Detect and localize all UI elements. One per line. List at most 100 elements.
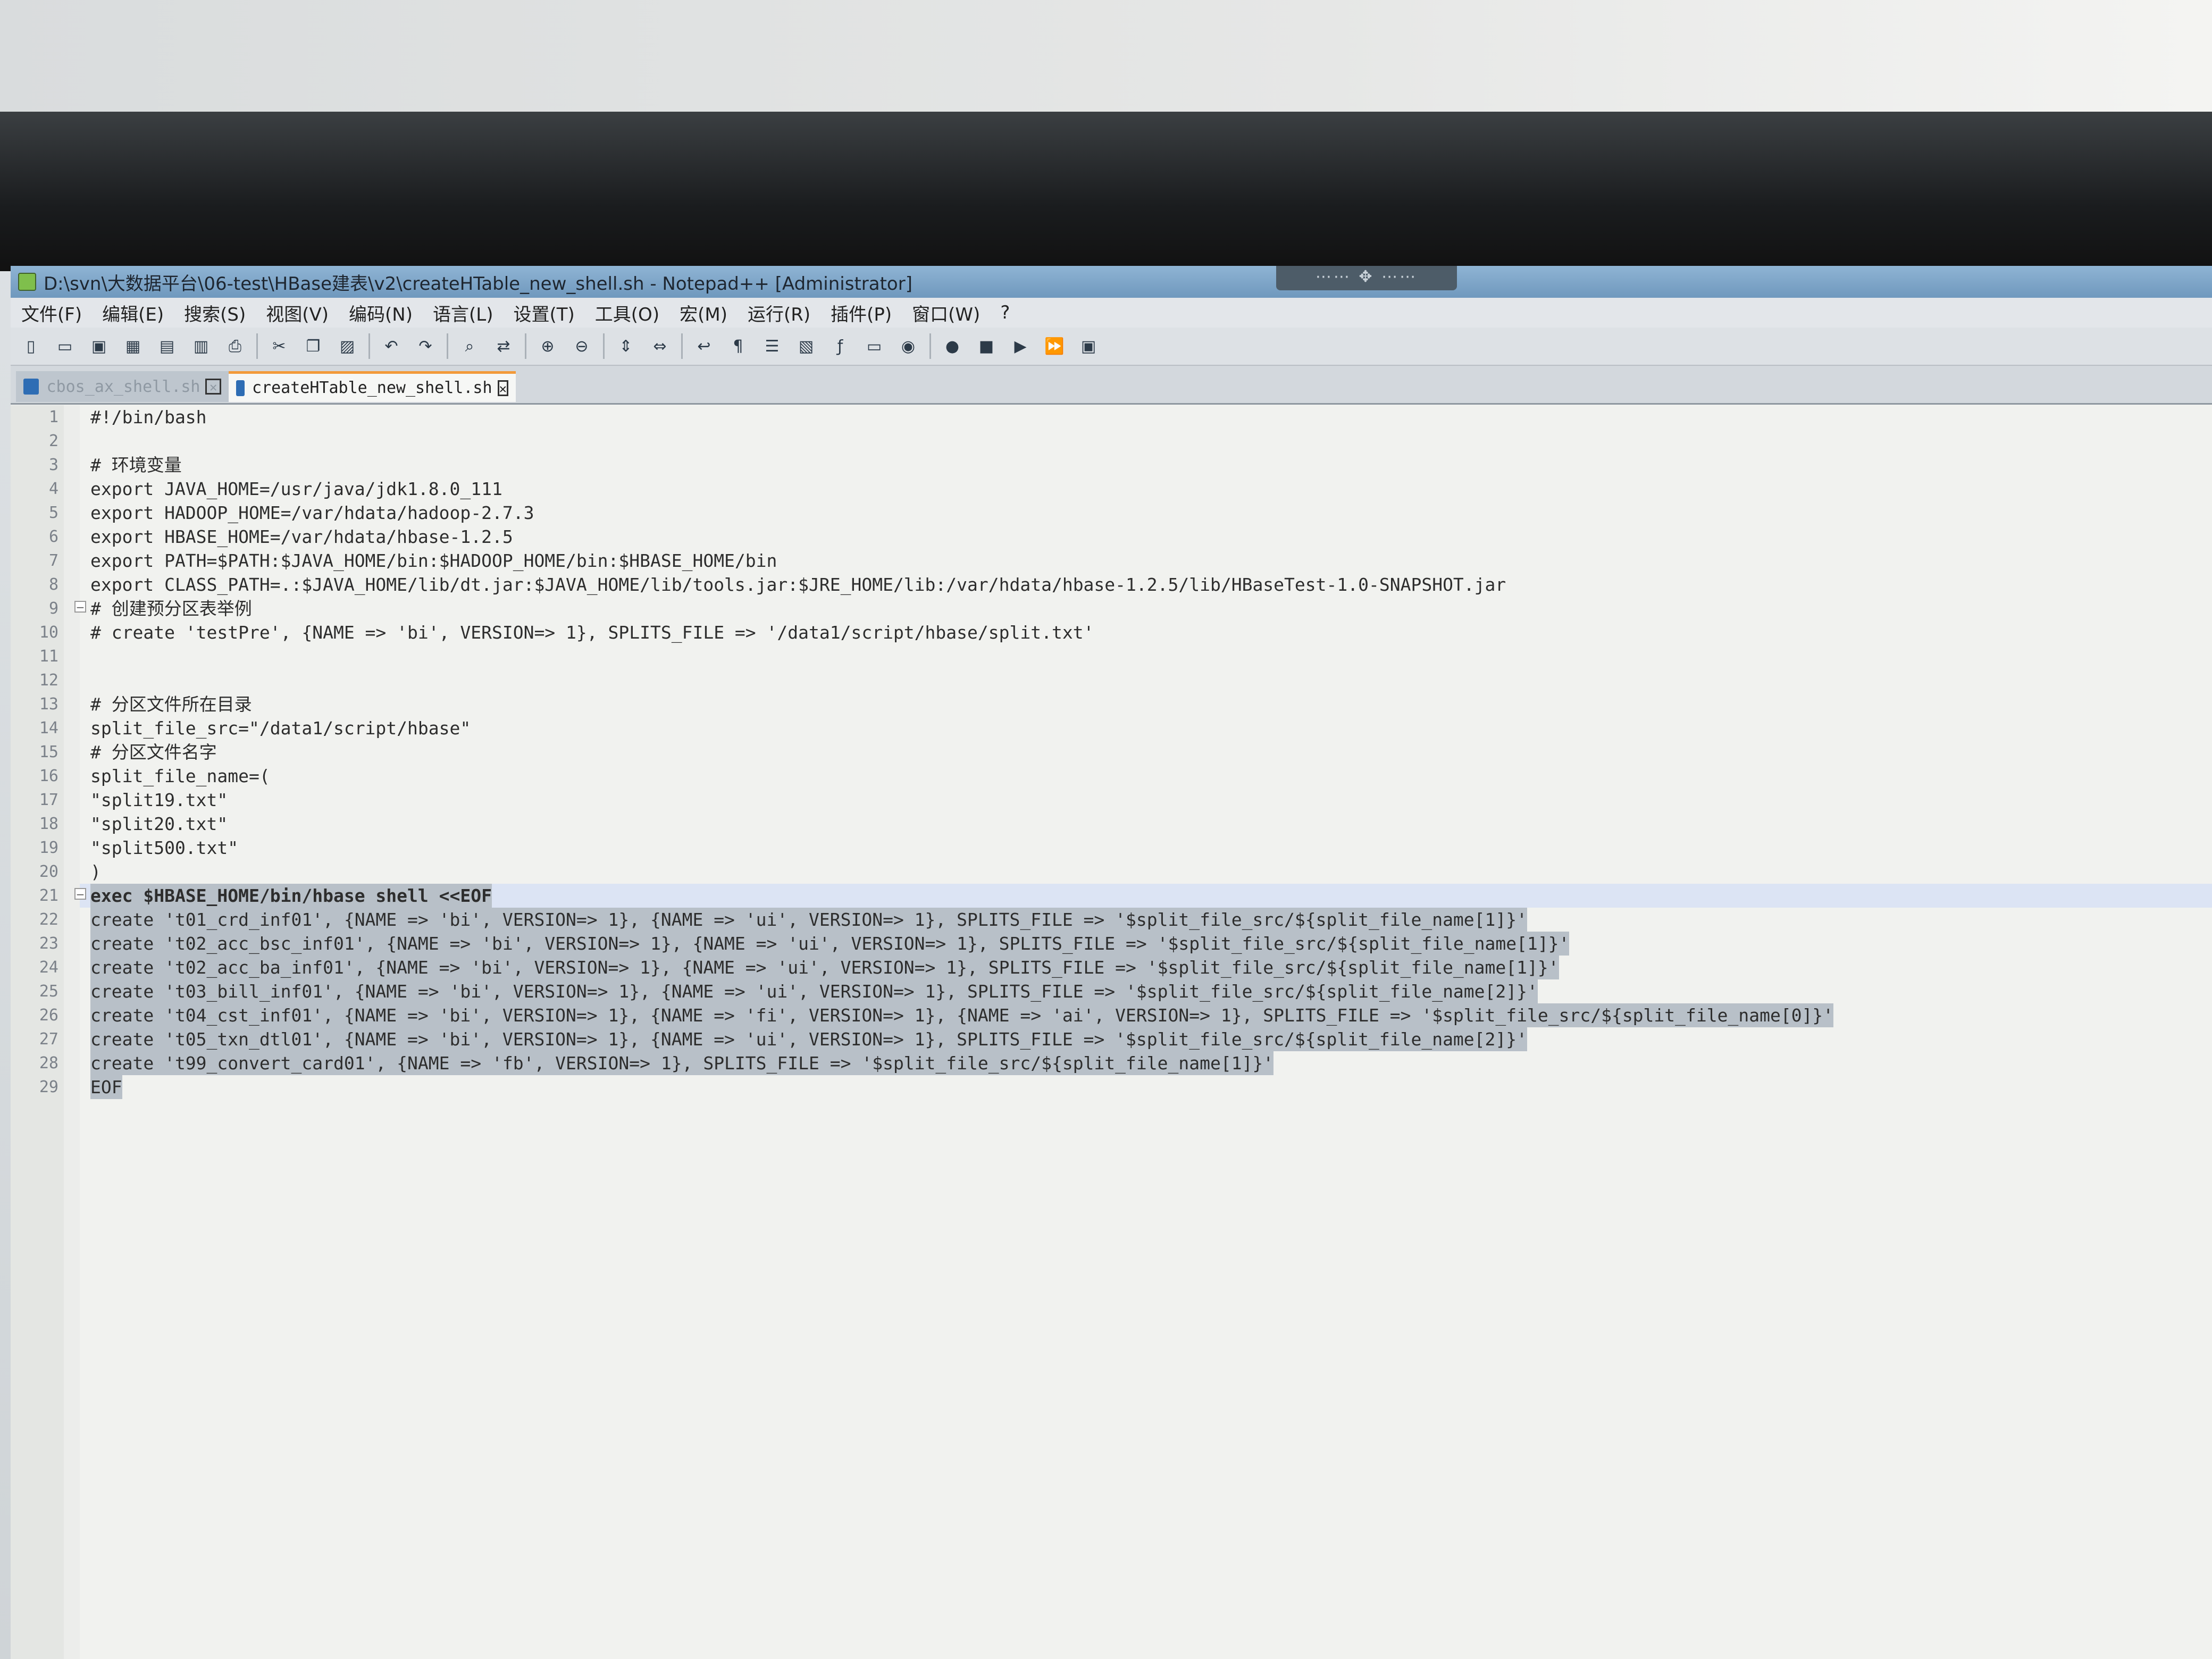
comment: # 分区文件名字 <box>90 742 217 763</box>
find-icon[interactable]: ⌕ <box>457 333 482 359</box>
line-number: 18 <box>39 815 58 833</box>
menu-tools[interactable]: 工具(O) <box>595 300 659 326</box>
new-file-icon[interactable]: ▯ <box>18 333 44 359</box>
code-line: 13 # 分区文件所在目录 <box>11 692 2212 716</box>
close-all-icon[interactable]: ▥ <box>188 333 214 359</box>
line-number: 24 <box>39 958 58 977</box>
line-number: 17 <box>39 791 58 809</box>
code-line: 5 export HADOOP_HOME=/var/hdata/hadoop-2.… <box>11 501 2212 525</box>
indent-guide-icon[interactable]: ☰ <box>759 333 785 359</box>
line-number: 11 <box>39 647 58 666</box>
code-line: 6 export HBASE_HOME=/var/hdata/hbase-1.2.… <box>11 525 2212 549</box>
line-number: 20 <box>39 862 58 881</box>
comment: # 分区文件所在目录 <box>90 694 252 715</box>
tab-label: createHTable_new_shell.sh <box>252 379 492 397</box>
line-number: 8 <box>48 575 58 594</box>
replace-icon[interactable]: ⇄ <box>491 333 516 359</box>
stop-macro-icon[interactable]: ■ <box>974 333 999 359</box>
code-line-selected: 29 EOF <box>11 1075 2212 1099</box>
code-line: 9 − # 创建预分区表举例 <box>11 597 2212 621</box>
code-line: 17 "split19.txt" <box>11 788 2212 812</box>
notepad-plus-plus-icon <box>18 273 36 291</box>
heredoc-text: create 't02_acc_ba_inf01', {NAME => 'bi'… <box>90 956 1559 979</box>
string-literal: "split500.txt" <box>90 837 239 858</box>
save-all-icon[interactable]: ▦ <box>120 333 146 359</box>
close-icon[interactable]: ✕ <box>497 380 508 396</box>
line-number: 21 <box>39 886 58 905</box>
toolbar-separator <box>603 333 605 359</box>
code-line: 20) <box>11 860 2212 884</box>
menu-settings[interactable]: 设置(T) <box>513 300 574 326</box>
cut-icon[interactable]: ✂ <box>266 333 292 359</box>
shebang: #!/bin/bash <box>90 407 207 428</box>
paste-icon[interactable]: ▨ <box>334 333 360 359</box>
sync-v-icon[interactable]: ⇕ <box>613 333 639 359</box>
menu-run[interactable]: 运行(R) <box>748 300 810 326</box>
window-title: D:\svn\大数据平台\06-test\HBase建表\v2\createHT… <box>44 273 912 295</box>
function-list-icon[interactable]: ƒ <box>827 333 853 359</box>
line-number: 12 <box>39 671 58 690</box>
menu-window[interactable]: 窗口(W) <box>912 300 980 326</box>
fold-toggle-icon[interactable]: − <box>74 601 86 613</box>
toolbar-separator <box>256 333 258 359</box>
word-wrap-icon[interactable]: ↩ <box>691 333 717 359</box>
comment: # 创建预分区表举例 <box>90 598 252 619</box>
line-number: 9 <box>48 599 58 618</box>
code-line: 14 split_file_src="/data1/script/hbase" <box>11 716 2212 740</box>
code-text: export PATH=$PATH:$JAVA_HOME/bin:$HADOOP… <box>90 550 777 571</box>
file-saved-icon <box>236 380 245 396</box>
code-line: 10 # create 'testPre', {NAME => 'bi', VER… <box>11 621 2212 644</box>
save-macro-icon[interactable]: ▣ <box>1076 333 1101 359</box>
code-text: export CLASS_PATH=.:$JAVA_HOME/lib/dt.ja… <box>90 574 1506 595</box>
monitor-icon[interactable]: ◉ <box>895 333 921 359</box>
close-icon[interactable]: ✕ <box>205 379 221 395</box>
monitor-bezel <box>0 112 2212 271</box>
zoom-in-icon[interactable]: ⊕ <box>535 333 560 359</box>
heredoc-text: create 't04_cst_inf01', {NAME => 'bi', V… <box>90 1003 1834 1027</box>
code-line-selected: 28 create 't99_convert_card01', {NAME => … <box>11 1051 2212 1075</box>
tab-create-htable-new-shell[interactable]: createHTable_new_shell.sh ✕ <box>229 371 516 402</box>
menu-language[interactable]: 语言(L) <box>433 300 493 326</box>
background-wall <box>0 0 2212 122</box>
tab-cbos-ax-shell[interactable]: cbos_ax_shell.sh ✕ <box>16 371 229 402</box>
menu-view[interactable]: 视图(V) <box>266 300 329 326</box>
copy-icon[interactable]: ❐ <box>300 333 326 359</box>
save-icon[interactable]: ▣ <box>86 333 112 359</box>
code-editor[interactable]: 1 #!/bin/bash 2 3 # 环境变量 4 export JAVA_HOME… <box>11 405 2212 1659</box>
line-number: 27 <box>39 1030 58 1049</box>
run-macro-multiple-icon[interactable]: ⏩ <box>1042 333 1067 359</box>
zoom-out-icon[interactable]: ⊖ <box>569 333 594 359</box>
tab-label: cbos_ax_shell.sh <box>46 377 200 396</box>
menu-encoding[interactable]: 编码(N) <box>349 300 413 326</box>
close-icon[interactable]: ▤ <box>154 333 180 359</box>
undo-icon[interactable]: ↶ <box>379 333 404 359</box>
doc-map-icon[interactable]: ▧ <box>793 333 819 359</box>
heredoc-text: EOF <box>90 1075 122 1099</box>
comment: # create 'testPre', {NAME => 'bi', VERSI… <box>90 622 1094 643</box>
menu-help[interactable]: ? <box>1000 302 1010 323</box>
open-file-icon[interactable]: ▭ <box>52 333 78 359</box>
play-macro-icon[interactable]: ▶ <box>1008 333 1033 359</box>
menu-plugins[interactable]: 插件(P) <box>831 300 892 326</box>
sync-h-icon[interactable]: ⇔ <box>647 333 673 359</box>
line-number: 16 <box>39 767 58 785</box>
redo-icon[interactable]: ↷ <box>413 333 438 359</box>
menu-edit[interactable]: 编辑(E) <box>102 300 164 326</box>
string-literal: "split19.txt" <box>90 790 228 810</box>
heredoc-text: create 't02_acc_bsc_inf01', {NAME => 'bi… <box>90 932 1570 956</box>
record-macro-icon[interactable]: ● <box>940 333 965 359</box>
menu-macro[interactable]: 宏(M) <box>680 300 727 326</box>
menu-file[interactable]: 文件(F) <box>21 300 82 326</box>
title-bar[interactable]: D:\svn\大数据平台\06-test\HBase建表\v2\createHT… <box>11 266 2212 298</box>
print-icon[interactable]: ⎙ <box>222 333 248 359</box>
folder-workspace-icon[interactable]: ▭ <box>861 333 887 359</box>
show-all-chars-icon[interactable]: ¶ <box>725 333 751 359</box>
menu-bar: 文件(F) 编辑(E) 搜索(S) 视图(V) 编码(N) 语言(L) 设置(T… <box>11 298 2212 328</box>
code-line: 11 <box>11 644 2212 668</box>
menu-search[interactable]: 搜索(S) <box>184 300 246 326</box>
line-number: 5 <box>48 504 58 522</box>
code-line: 18 "split20.txt" <box>11 812 2212 836</box>
toolbar-separator <box>525 333 526 359</box>
fold-toggle-icon[interactable]: − <box>74 888 86 900</box>
code-text: ) <box>90 861 101 882</box>
